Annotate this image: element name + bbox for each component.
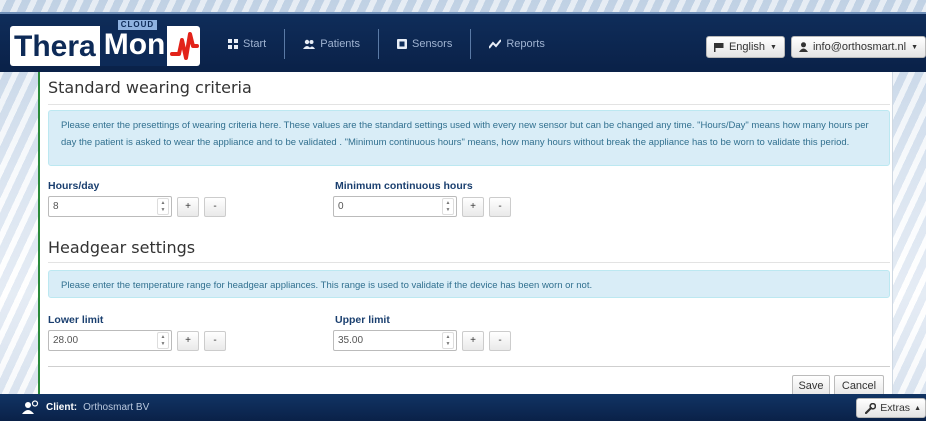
upper-limit-input[interactable]: 35.00 ▲ ▼	[333, 330, 457, 351]
section-title-wearing: Standard wearing criteria	[48, 78, 252, 97]
language-dropdown[interactable]: English ▼	[705, 36, 785, 58]
upper-limit-minus-button[interactable]: -	[489, 330, 511, 351]
settings-panel: Standard wearing criteria Please enter t…	[38, 72, 893, 397]
hours-day-stepper: 8 ▲ ▼ + -	[48, 196, 226, 217]
footer-bar: Client: Orthosmart BV Extras ▲	[0, 394, 926, 421]
client-users-icon	[22, 400, 39, 414]
lower-limit-minus-button[interactable]: -	[204, 330, 226, 351]
upper-limit-plus-button[interactable]: +	[462, 330, 484, 351]
lower-limit-stepper: 28.00 ▲ ▼ + -	[48, 330, 226, 351]
wrench-icon	[865, 402, 877, 414]
divider	[48, 104, 890, 105]
user-email: info@orthosmart.nl	[812, 41, 907, 53]
logo-pulse-icon	[167, 26, 200, 66]
extras-dropdown[interactable]: Extras ▲	[856, 398, 926, 418]
lower-limit-value: 28.00	[53, 335, 79, 346]
nav-item-label: Sensors	[411, 38, 453, 50]
upper-limit-stepper: 35.00 ▲ ▼ + -	[333, 330, 511, 351]
user-dropdown[interactable]: info@orthosmart.nl ▼	[790, 36, 926, 58]
header-actions: English ▼ info@orthosmart.nl ▼	[705, 36, 926, 58]
lower-limit-label: Lower limit	[48, 314, 104, 326]
upper-limit-label: Upper limit	[335, 314, 390, 326]
min-continuous-stepper: 0 ▲ ▼ + -	[333, 196, 511, 217]
extras-label: Extras	[880, 402, 911, 414]
chart-line-icon	[489, 39, 502, 49]
user-icon	[798, 42, 808, 52]
hours-day-value: 8	[53, 201, 59, 212]
nav-item-label: Patients	[320, 38, 360, 50]
logo-cloud-badge: CLOUD	[117, 20, 158, 30]
language-label: English	[728, 41, 766, 53]
nav-item-start[interactable]: Start	[210, 29, 286, 59]
hours-day-plus-button[interactable]: +	[177, 196, 199, 217]
min-continuous-input[interactable]: 0 ▲ ▼	[333, 196, 457, 217]
spinner-arrows-icon[interactable]: ▲ ▼	[442, 332, 454, 349]
chevron-up-icon: ▲	[914, 404, 921, 412]
section-title-headgear: Headgear settings	[48, 238, 196, 257]
main-nav: Start Patients Sensors Reports	[210, 28, 563, 60]
min-continuous-value: 0	[338, 201, 344, 212]
lower-limit-plus-button[interactable]: +	[177, 330, 199, 351]
chevron-down-icon: ▼	[911, 43, 918, 51]
hours-day-input[interactable]: 8 ▲ ▼	[48, 196, 172, 217]
sensor-icon	[396, 39, 407, 49]
divider	[48, 366, 890, 367]
upper-limit-value: 35.00	[338, 335, 364, 346]
client-info: Client: Orthosmart BV	[22, 400, 149, 414]
nav-item-sensors[interactable]: Sensors	[379, 29, 472, 59]
top-navbar: Thera CLOUD Mon Start Patients Sensors R…	[0, 12, 926, 72]
logo-mon-text: CLOUD Mon	[99, 20, 168, 66]
client-label: Client:	[46, 401, 78, 413]
flag-icon	[713, 42, 724, 52]
users-icon	[303, 39, 316, 49]
nav-item-patients[interactable]: Patients	[285, 29, 379, 59]
grid-icon	[228, 39, 238, 49]
min-continuous-plus-button[interactable]: +	[462, 196, 484, 217]
spinner-arrows-icon[interactable]: ▲ ▼	[157, 198, 169, 215]
client-name: Orthosmart BV	[83, 401, 150, 413]
spinner-arrows-icon[interactable]: ▲ ▼	[442, 198, 454, 215]
app-logo[interactable]: Thera CLOUD Mon	[10, 20, 200, 66]
info-box-headgear: Please enter the temperature range for h…	[48, 270, 890, 298]
chevron-down-icon: ▼	[770, 43, 777, 51]
min-continuous-minus-button[interactable]: -	[489, 196, 511, 217]
spinner-arrows-icon[interactable]: ▲ ▼	[157, 332, 169, 349]
nav-item-label: Reports	[506, 38, 545, 50]
logo-mon-label: Mon	[103, 28, 166, 61]
hours-day-label: Hours/day	[48, 180, 100, 192]
info-box-wearing: Please enter the presettings of wearing …	[48, 110, 890, 166]
nav-item-label: Start	[243, 38, 267, 50]
hours-day-minus-button[interactable]: -	[204, 196, 226, 217]
logo-thera-text: Thera	[10, 26, 100, 66]
nav-item-reports[interactable]: Reports	[471, 29, 563, 59]
min-continuous-label: Minimum continuous hours	[335, 180, 473, 192]
lower-limit-input[interactable]: 28.00 ▲ ▼	[48, 330, 172, 351]
divider	[48, 262, 890, 263]
